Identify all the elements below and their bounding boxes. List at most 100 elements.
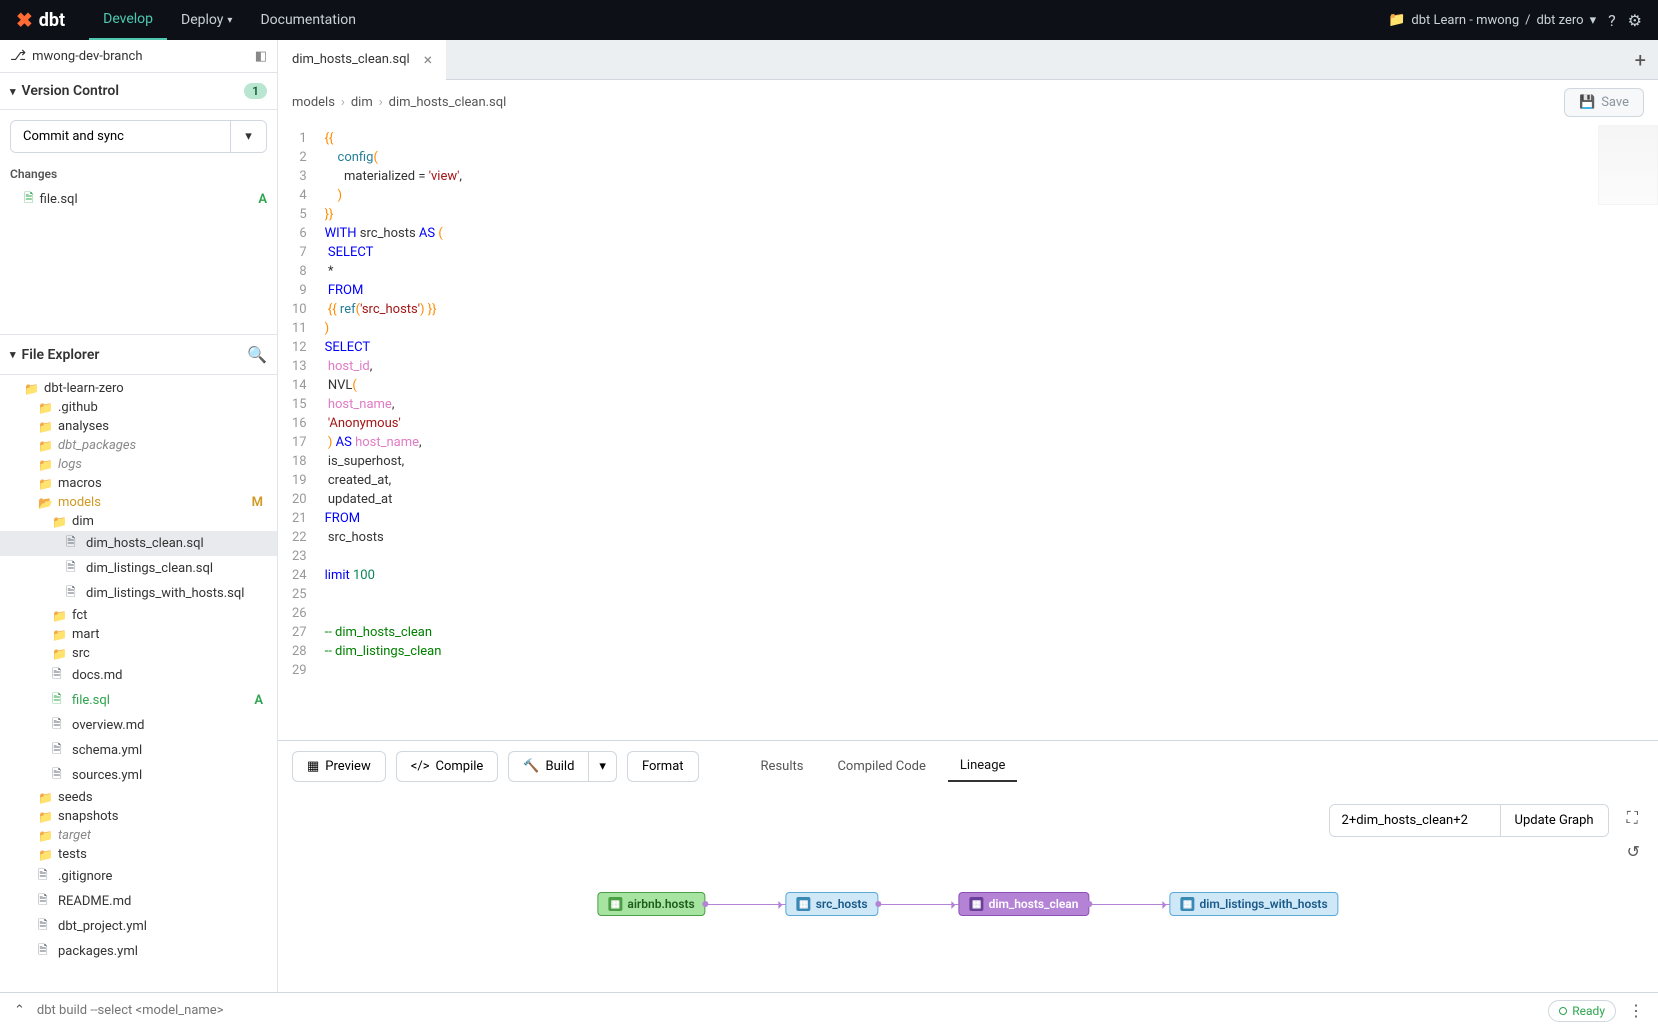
editor-tab-active[interactable]: dim_hosts_clean.sql × [278,40,446,80]
tree-label: .gitignore [58,869,267,884]
help-icon[interactable]: ? [1608,11,1616,30]
tree-folder[interactable]: 📁dbt_packages [0,436,277,455]
version-control-header[interactable]: ▾ Version Control 1 [0,73,277,110]
tree-file[interactable]: 🗎dbt_project.yml [0,914,277,939]
tree-file[interactable]: 🗎file.sqlA [0,688,277,713]
fe-title: File Explorer [22,347,100,363]
nav-docs[interactable]: Documentation [246,0,370,40]
lineage-view[interactable]: Update Graph ⛶ ↺ ▦airbnb.hosts ▦src_host… [278,792,1658,992]
preview-button[interactable]: ▦Preview [292,751,386,782]
lineage-node-model[interactable]: ▦dim_listings_with_hosts [1169,892,1338,916]
tree-root[interactable]: 📁dbt-learn-zero [0,379,277,398]
tree-file[interactable]: 🗎overview.md [0,713,277,738]
panel-toggle-icon[interactable]: ◧ [255,49,267,64]
tree-folder[interactable]: 📁dim [0,512,277,531]
tree-folder[interactable]: 📁logs [0,455,277,474]
tab-label: dim_hosts_clean.sql [292,52,410,67]
topbar: ✖ dbt Develop Deploy▾ Documentation 📁 db… [0,0,1658,40]
added-badge: A [254,693,263,708]
sidebar: ⎇ mwong-dev-branch ◧ ▾ Version Control 1… [0,40,278,992]
fullscreen-icon[interactable]: ⛶ [1623,804,1644,832]
tree-folder-models[interactable]: 📂modelsM [0,493,277,512]
file-explorer-header[interactable]: ▾ File Explorer 🔍 [0,334,277,375]
folder-icon: 📁 [38,810,52,824]
search-icon[interactable]: 🔍 [247,345,267,364]
tree-label: src [72,646,267,661]
lineage-node-source[interactable]: ▦airbnb.hosts [597,892,705,916]
code-content[interactable]: {{ config( materialized = 'view', ) }} W… [317,125,1658,740]
commit-dropdown[interactable]: ▾ [230,121,266,152]
folder-icon: 📁 [52,609,66,623]
tree-file[interactable]: 🗎dim_listings_clean.sql [0,556,277,581]
tree-file[interactable]: 🗎 .gitignore [0,864,277,889]
tree-folder[interactable]: 📁tests [0,845,277,864]
tree-folder[interactable]: 📁snapshots [0,807,277,826]
build-button[interactable]: 🔨Build [508,751,588,782]
tree-label: schema.yml [72,743,267,758]
tab-lineage[interactable]: Lineage [948,751,1018,782]
lineage-node-current[interactable]: ▦dim_hosts_clean [959,892,1090,916]
tree-file[interactable]: 🗎schema.yml [0,738,277,763]
settings-icon[interactable]: ⚙ [1628,11,1642,30]
nav-deploy[interactable]: Deploy▾ [167,0,246,40]
add-tab-button[interactable]: + [1623,48,1658,72]
tab-compiled-code[interactable]: Compiled Code [825,752,937,781]
bottom-panel: ▦Preview </>Compile 🔨Build ▾ Format Resu… [278,740,1658,992]
commit-sync-button[interactable]: Commit and sync [11,121,230,152]
file-icon: 🗎 [52,690,66,711]
tree-file[interactable]: 🗎docs.md [0,663,277,688]
tree-label: dbt-learn-zero [44,381,267,396]
nav-develop[interactable]: Develop [89,0,167,40]
save-icon: 💾 [1579,95,1595,110]
tree-file[interactable]: 🗎README.md [0,889,277,914]
build-dropdown[interactable]: ▾ [588,751,617,782]
save-button[interactable]: 💾 Save [1564,88,1644,117]
tree-folder[interactable]: 📁seeds [0,788,277,807]
tab-results[interactable]: Results [749,752,816,781]
logo: ✖ dbt [16,8,65,32]
minimap[interactable] [1598,125,1658,205]
close-icon[interactable]: × [424,50,433,69]
separator: / [1525,13,1530,28]
file-icon: 🗎 [38,866,52,887]
tree-folder[interactable]: 📁 mart [0,625,277,644]
line-gutter: 1234567891011121314151617181920212223242… [278,125,317,740]
expand-icon[interactable]: ⌃ [14,1003,25,1018]
tree-folder[interactable]: 📁 src [0,644,277,663]
tree-label: seeds [58,790,267,805]
tree-folder[interactable]: 📁.github [0,398,277,417]
branch-name: mwong-dev-branch [32,49,142,64]
compile-button[interactable]: </>Compile [396,751,499,782]
more-icon[interactable]: ⋮ [1628,1001,1644,1020]
lineage-selector-input[interactable] [1330,805,1500,836]
tree-folder[interactable]: 📁macros [0,474,277,493]
tree-folder[interactable]: 📁fct [0,606,277,625]
command-input[interactable] [37,1003,1536,1018]
breadcrumb[interactable]: dim [351,95,373,110]
code-editor[interactable]: 1234567891011121314151617181920212223242… [278,125,1658,740]
nav-deploy-label: Deploy [181,12,223,28]
model-icon: ▦ [970,897,984,911]
format-button[interactable]: Format [627,751,699,782]
change-row[interactable]: 🗎 file.sql A [0,185,277,214]
tree-folder[interactable]: 📁analyses [0,417,277,436]
folder-icon: 📁 [52,628,66,642]
lineage-node-model[interactable]: ▦src_hosts [786,892,879,916]
tree-file[interactable]: 🗎packages.yml [0,939,277,964]
tree-folder[interactable]: 📁target [0,826,277,845]
tree-file[interactable]: 🗎dim_listings_with_hosts.sql [0,581,277,606]
tree-file-active[interactable]: 🗎dim_hosts_clean.sql [0,531,277,556]
refresh-icon[interactable]: ↺ [1623,838,1644,865]
project-selector[interactable]: 📁 dbt Learn - mwong / dbt zero ▾ [1388,12,1596,28]
folder-icon: 📁 [38,829,52,843]
tree-file[interactable]: 🗎sources.yml [0,763,277,788]
tree-label: mart [72,627,267,642]
update-graph-button[interactable]: Update Graph [1500,805,1608,836]
file-icon: 🗎 [52,665,66,686]
lineage-edge [706,904,786,905]
breadcrumb[interactable]: models [292,95,335,110]
folder-icon: 📁 [52,647,66,661]
branch-icon: ⎇ [10,48,26,64]
chevron-down-icon: ▾ [1590,13,1597,28]
file-icon: 🗎 [38,941,52,962]
